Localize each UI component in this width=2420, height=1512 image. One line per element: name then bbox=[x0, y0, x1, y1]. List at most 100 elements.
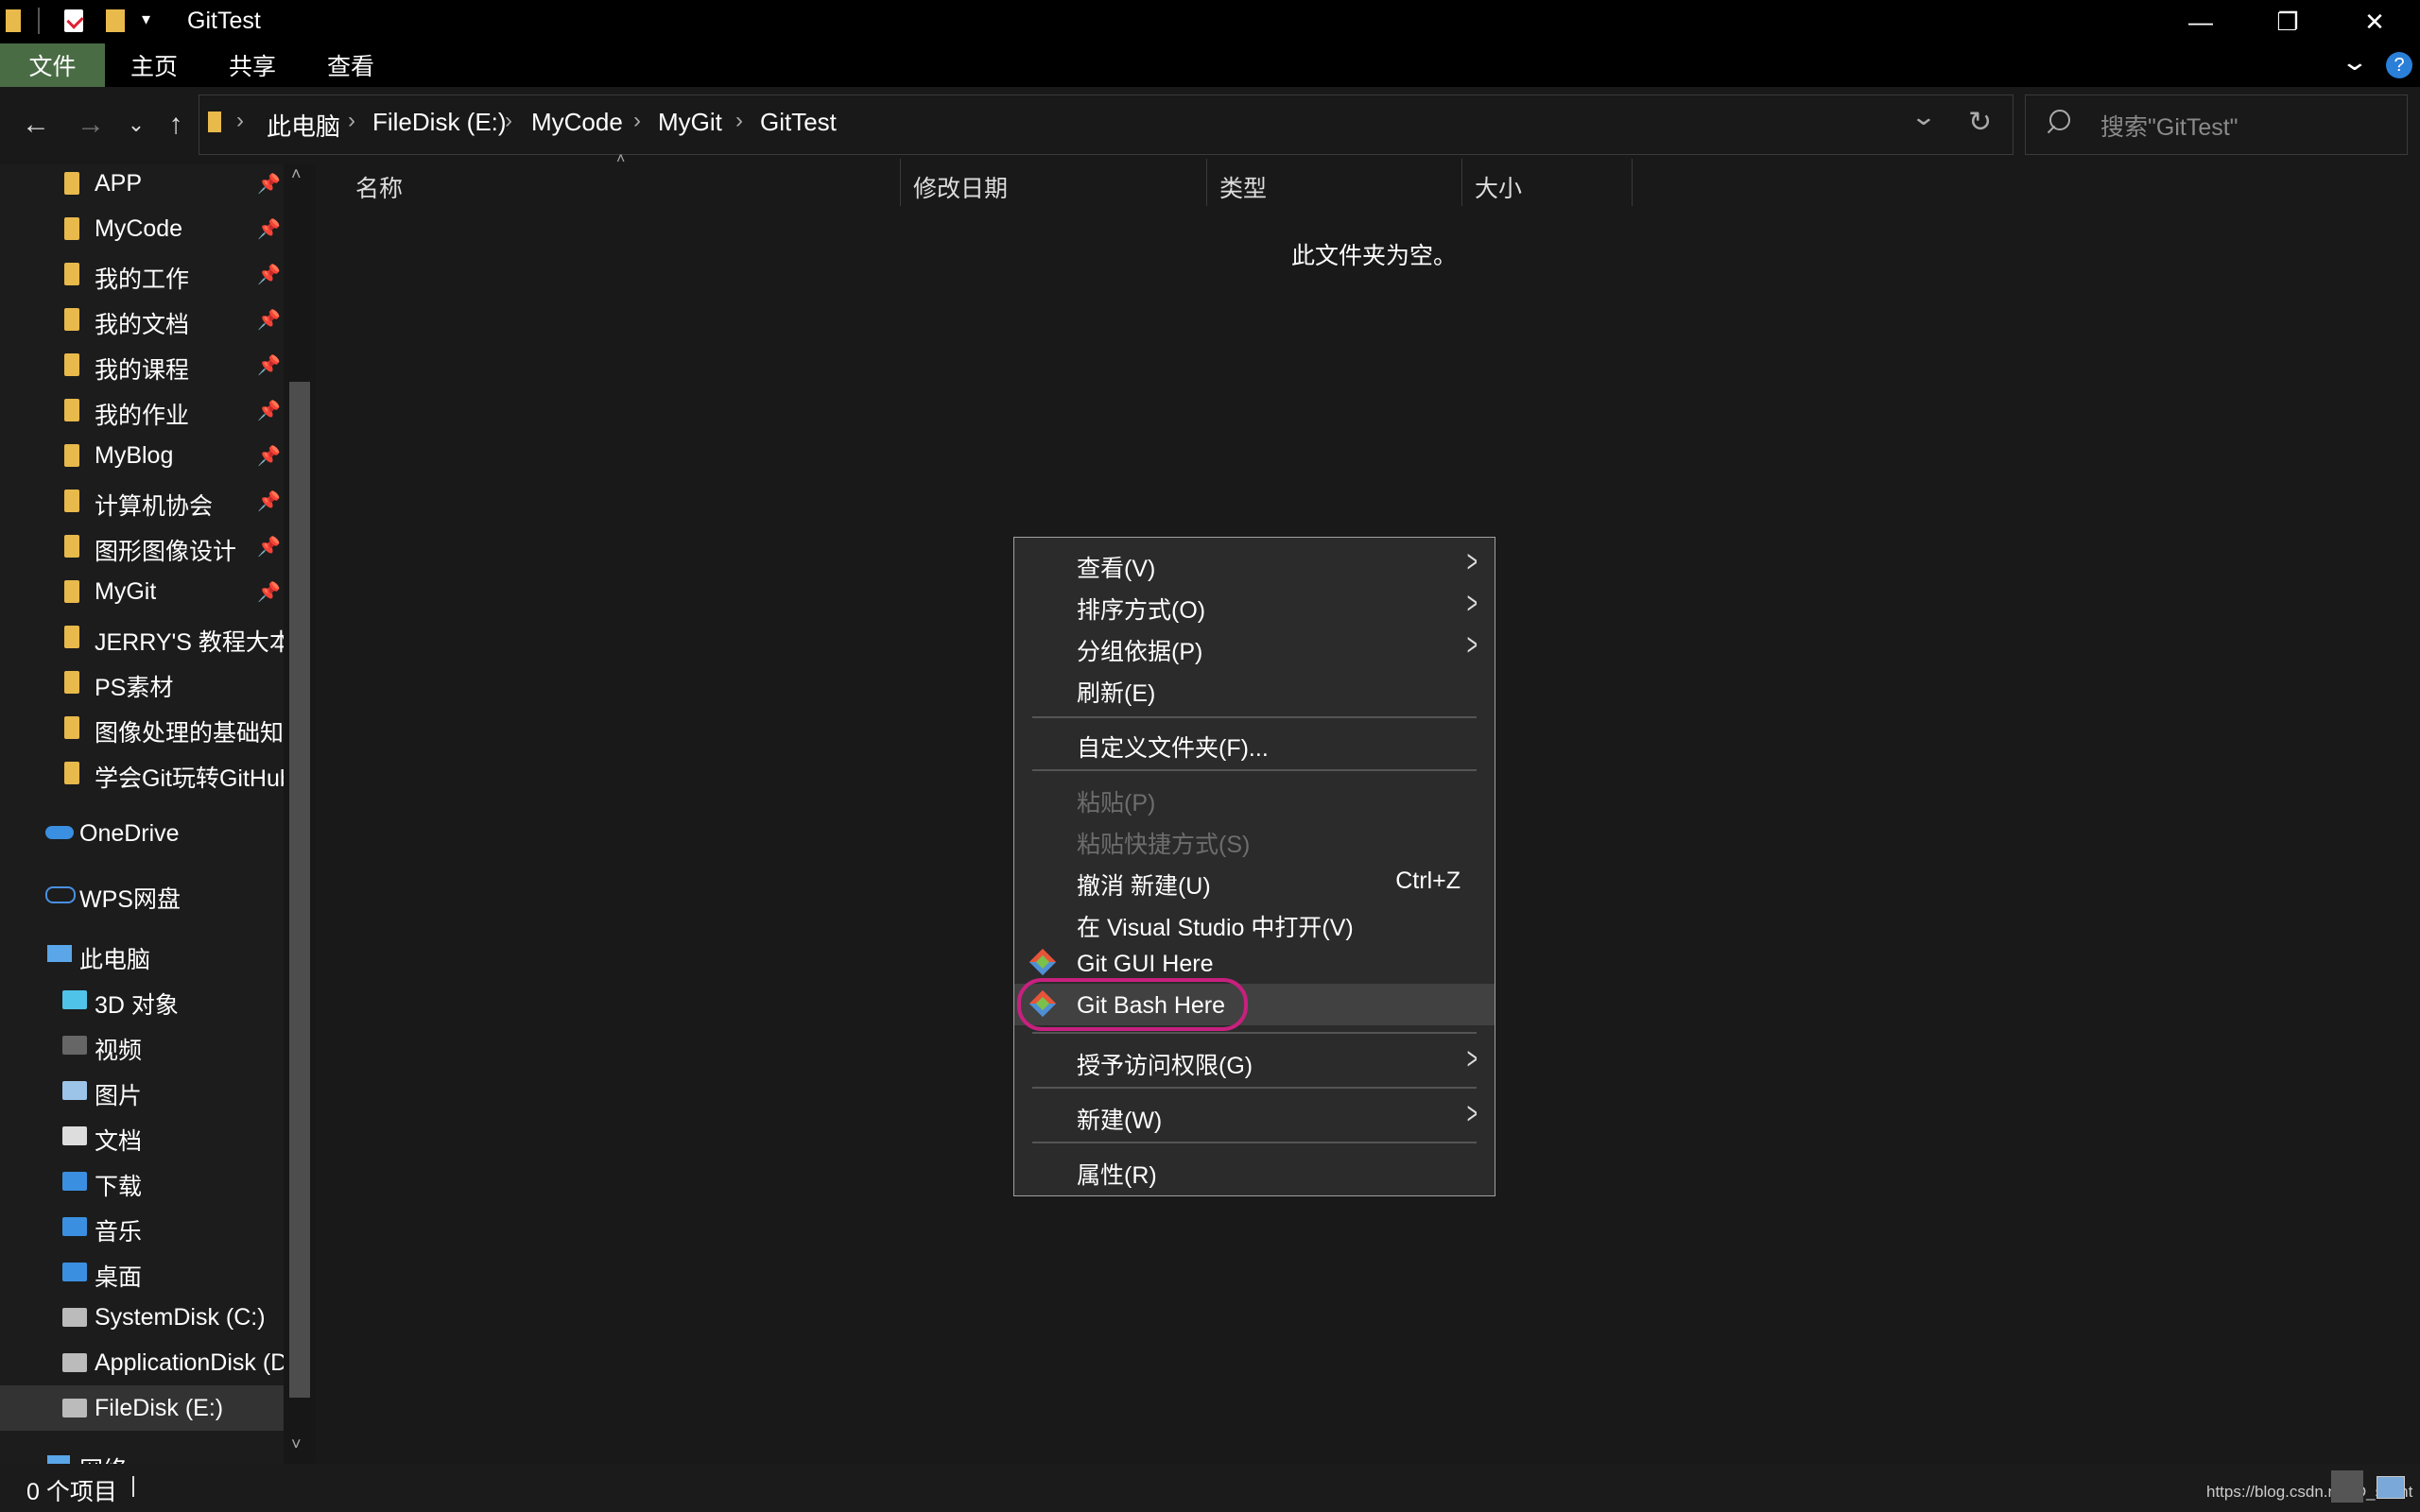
tab-share[interactable]: 共享 bbox=[210, 43, 295, 87]
cloud-icon bbox=[45, 826, 74, 839]
close-button[interactable]: ✕ bbox=[2331, 0, 2418, 43]
sidebar-item-item[interactable]: 文档 bbox=[0, 1113, 284, 1159]
refresh-icon[interactable]: ↻ bbox=[1968, 106, 1992, 139]
tab-file[interactable]: 文件 bbox=[0, 43, 105, 87]
properties-icon[interactable] bbox=[64, 9, 84, 32]
help-button[interactable]: ? bbox=[2386, 52, 2412, 78]
breadcrumb-this-pc[interactable]: 此电脑 bbox=[267, 108, 340, 143]
address-dropdown-icon[interactable]: ⌄ bbox=[1910, 102, 1937, 131]
sidebar-item-label: PS素材 bbox=[95, 675, 174, 701]
pin-icon[interactable]: 📌 bbox=[257, 399, 281, 422]
tab-view[interactable]: 查看 bbox=[308, 43, 393, 87]
large-icons-view-icon[interactable] bbox=[2377, 1476, 2405, 1499]
sidebar-item-item[interactable]: 视频 bbox=[0, 1022, 284, 1068]
scroll-up-icon[interactable]: ˄ bbox=[291, 164, 302, 184]
sidebar-item-quick-access[interactable]: 学会Git玩转GitHub bbox=[0, 750, 284, 796]
video-icon bbox=[62, 1036, 87, 1055]
pin-icon[interactable]: 📌 bbox=[257, 263, 281, 286]
maximize-button[interactable]: ❐ bbox=[2244, 0, 2331, 43]
sidebar-item-quick-access[interactable]: PS素材 bbox=[0, 660, 284, 705]
submenu-arrow-icon: > bbox=[1467, 586, 1478, 620]
breadcrumb-separator: › bbox=[236, 108, 244, 133]
search-input[interactable]: 搜索"GitTest" bbox=[2100, 109, 2238, 143]
column-divider[interactable] bbox=[900, 159, 901, 206]
breadcrumb-gittest[interactable]: GitTest bbox=[760, 108, 837, 137]
sidebar-item-3d[interactable]: 3D 对象 bbox=[0, 977, 284, 1022]
pin-icon[interactable]: 📌 bbox=[257, 580, 281, 604]
sidebar-item-quick-access[interactable]: 图像处理的基础知识 bbox=[0, 705, 284, 750]
menu-item-entry-4[interactable]: 自定义文件夹(F)... bbox=[1014, 722, 1495, 764]
breadcrumb-mygit[interactable]: MyGit bbox=[658, 108, 722, 137]
pin-icon[interactable]: 📌 bbox=[257, 172, 281, 196]
sidebar-item-quick-access[interactable]: 我的作业 📌 bbox=[0, 387, 284, 433]
new-folder-icon[interactable] bbox=[106, 9, 125, 32]
network-icon bbox=[47, 1455, 70, 1464]
column-header-modified[interactable]: 修改日期 bbox=[913, 170, 1008, 204]
pin-icon[interactable]: 📌 bbox=[257, 444, 281, 468]
sidebar-item-quick-access[interactable]: MyCode 📌 bbox=[0, 206, 284, 251]
customize-quick-access-icon[interactable]: ▾ bbox=[142, 9, 150, 29]
menu-item-entry-0[interactable]: 查看(V) > bbox=[1014, 542, 1495, 584]
pin-icon[interactable]: 📌 bbox=[257, 535, 281, 558]
menu-item-entry-3[interactable]: 刷新(E) bbox=[1014, 667, 1495, 709]
menu-item-entry-7[interactable]: 撤消 新建(U) Ctrl+Z bbox=[1014, 860, 1495, 902]
sidebar-item-quick-access[interactable]: 计算机协会 📌 bbox=[0, 478, 284, 524]
pin-icon[interactable]: 📌 bbox=[257, 217, 281, 241]
breadcrumb-mycode[interactable]: MyCode bbox=[531, 108, 623, 137]
column-divider[interactable] bbox=[1461, 159, 1462, 206]
breadcrumb-filedisk[interactable]: FileDisk (E:) bbox=[372, 108, 507, 137]
menu-item-entry-2[interactable]: 分组依据(P) > bbox=[1014, 626, 1495, 667]
sidebar-item-label: ApplicationDisk (D:) bbox=[95, 1349, 284, 1376]
sidebar-item-quick-access[interactable]: MyBlog 📌 bbox=[0, 433, 284, 478]
pin-icon[interactable]: 📌 bbox=[257, 490, 281, 513]
column-header-type[interactable]: 类型 bbox=[1219, 170, 1267, 204]
sidebar-item-label: MyGit bbox=[95, 578, 157, 605]
breadcrumb-separator: › bbox=[735, 108, 743, 133]
sidebar-item-onedrive[interactable]: OneDrive bbox=[0, 811, 284, 856]
pin-icon[interactable]: 📌 bbox=[257, 353, 281, 377]
sidebar-item-systemdisk-c[interactable]: SystemDisk (C:) bbox=[0, 1295, 284, 1340]
menu-item-label: 刷新(E) bbox=[1077, 680, 1156, 707]
address-folder-icon bbox=[208, 112, 221, 132]
column-divider[interactable] bbox=[1632, 159, 1633, 206]
menu-item-entry-13[interactable]: 属性(R) bbox=[1014, 1149, 1495, 1191]
sidebar-item-quick-access[interactable]: 我的课程 📌 bbox=[0, 342, 284, 387]
expand-ribbon-icon[interactable]: ⌄ bbox=[2341, 47, 2370, 77]
sidebar-item-quick-access[interactable]: 我的工作 📌 bbox=[0, 251, 284, 297]
sidebar-scrollbar-thumb[interactable] bbox=[289, 382, 310, 1398]
menu-item-entry-12[interactable]: 新建(W) > bbox=[1014, 1094, 1495, 1136]
sidebar-item-item[interactable]: 桌面 bbox=[0, 1249, 284, 1295]
menu-item-entry-11[interactable]: 授予访问权限(G) > bbox=[1014, 1040, 1495, 1081]
menu-item-visual-studio[interactable]: 在 Visual Studio 中打开(V) bbox=[1014, 902, 1495, 943]
sidebar-item-quick-access[interactable]: APP 📌 bbox=[0, 161, 284, 206]
recent-locations-icon[interactable]: ⌄ bbox=[115, 102, 157, 147]
forward-button[interactable]: → bbox=[70, 102, 112, 147]
scroll-down-icon[interactable]: ˅ bbox=[291, 1435, 302, 1454]
sidebar-item-label: 我的工作 bbox=[95, 266, 190, 293]
minimize-button[interactable]: — bbox=[2157, 0, 2244, 43]
menu-separator bbox=[1032, 1032, 1477, 1034]
sidebar-item-this-pc[interactable]: 此电脑 bbox=[0, 932, 284, 977]
menu-item-entry-1[interactable]: 排序方式(O) > bbox=[1014, 584, 1495, 626]
details-view-icon[interactable] bbox=[2331, 1470, 2363, 1503]
sidebar-item-quick-access[interactable]: 我的文档 📌 bbox=[0, 297, 284, 342]
pin-icon[interactable]: 📌 bbox=[257, 308, 281, 332]
up-button[interactable]: ↑ bbox=[155, 102, 197, 147]
sidebar-item-item[interactable]: 图片 bbox=[0, 1068, 284, 1113]
sidebar-item-wps[interactable]: WPS网盘 bbox=[0, 871, 284, 917]
column-header-name[interactable]: 名称 bbox=[355, 170, 403, 204]
sidebar-item-filedisk-e[interactable]: FileDisk (E:) bbox=[0, 1385, 284, 1431]
sidebar-item-item[interactable]: 下载 bbox=[0, 1159, 284, 1204]
column-header-size[interactable]: 大小 bbox=[1475, 170, 1522, 204]
column-divider[interactable] bbox=[1206, 159, 1207, 206]
sidebar-item-quick-access[interactable]: 图形图像设计 📌 bbox=[0, 524, 284, 569]
sidebar-item-applicationdisk-d[interactable]: ApplicationDisk (D:) bbox=[0, 1340, 284, 1385]
tab-home[interactable]: 主页 bbox=[112, 43, 197, 87]
sidebar-item-quick-access[interactable]: JERRY'S 教程大本营 bbox=[0, 614, 284, 660]
sidebar-item-network[interactable]: 网络 bbox=[0, 1442, 284, 1464]
empty-folder-message: 此文件夹为空。 bbox=[1291, 243, 1458, 269]
back-button[interactable]: ← bbox=[15, 102, 57, 147]
title-bar bbox=[0, 0, 2420, 43]
sidebar-item-quick-access[interactable]: MyGit 📌 bbox=[0, 569, 284, 614]
sidebar-item-item[interactable]: 音乐 bbox=[0, 1204, 284, 1249]
